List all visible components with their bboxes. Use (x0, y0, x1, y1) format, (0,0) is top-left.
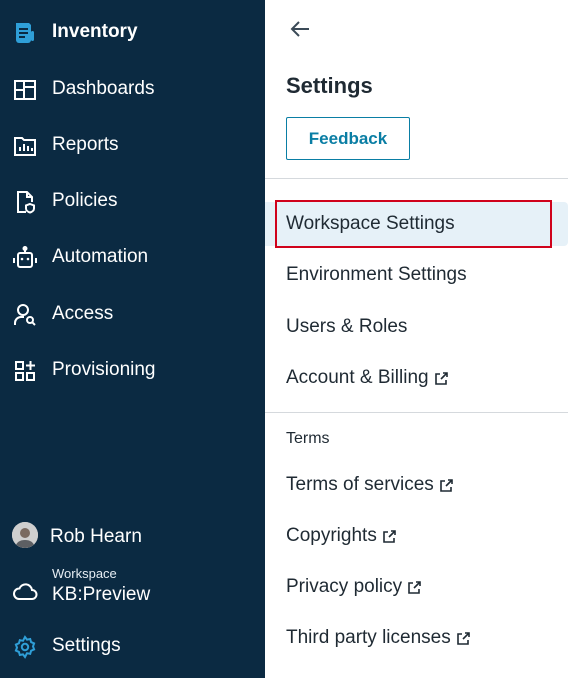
sidebar-nav: Inventory Dashboards Reports Policies Au… (0, 0, 265, 678)
sidebar-item-automation[interactable]: Automation (0, 237, 265, 277)
sidebar-item-label: Policies (52, 190, 118, 211)
section-label-terms: Terms (286, 430, 330, 447)
reports-chart-icon (12, 133, 38, 159)
user-name[interactable]: Rob Hearn (50, 526, 142, 548)
dashboard-grid-icon (12, 77, 38, 103)
sidebar-item-label: Settings (52, 635, 121, 656)
menu-item-terms-of-services[interactable]: Terms of services (265, 463, 568, 507)
sidebar-item-label: Automation (52, 246, 149, 267)
sidebar-item-label: Inventory (52, 21, 138, 42)
menu-item-label: Terms of services (286, 474, 434, 495)
page-title: Settings (286, 73, 373, 98)
sidebar-item-reports[interactable]: Reports (0, 125, 265, 165)
external-link-icon (456, 631, 471, 646)
sidebar-item-label: Reports (52, 134, 119, 155)
menu-item-workspace-settings[interactable]: Workspace Settings (265, 202, 568, 246)
back-button[interactable] (287, 16, 313, 42)
external-link-icon (382, 529, 397, 544)
sidebar-item-settings[interactable]: Settings (0, 626, 265, 666)
menu-item-account-billing[interactable]: Account & Billing (265, 356, 568, 400)
sidebar-item-provisioning[interactable]: Provisioning (0, 350, 265, 390)
menu-item-label: Third party licenses (286, 627, 451, 648)
sidebar-item-access[interactable]: Access (0, 294, 265, 334)
external-link-icon (434, 371, 449, 386)
menu-item-privacy-policy[interactable]: Privacy policy (265, 565, 568, 609)
cloud-icon (12, 578, 38, 604)
robot-icon (12, 245, 38, 271)
avatar[interactable] (12, 522, 38, 548)
menu-item-users-roles[interactable]: Users & Roles (265, 305, 568, 349)
menu-item-third-party-licenses[interactable]: Third party licenses (265, 616, 568, 660)
menu-item-label: Users & Roles (286, 316, 408, 337)
workspace-switcher[interactable] (0, 570, 50, 610)
external-link-icon (407, 580, 422, 595)
provisioning-grid-plus-icon (12, 358, 38, 384)
menu-item-label: Copyrights (286, 525, 377, 546)
menu-item-label: Account & Billing (286, 367, 429, 388)
divider (265, 412, 568, 413)
external-link-icon (439, 478, 454, 493)
arrow-left-icon (290, 21, 309, 37)
sidebar-item-label: Provisioning (52, 359, 156, 380)
user-search-icon (12, 302, 38, 328)
sidebar-item-label: Dashboards (52, 78, 155, 99)
menu-item-label: Environment Settings (286, 264, 467, 285)
gear-icon (12, 634, 38, 660)
divider (265, 178, 568, 179)
menu-item-label: Privacy policy (286, 576, 403, 597)
sidebar-item-inventory[interactable]: Inventory (0, 12, 265, 52)
menu-item-environment-settings[interactable]: Environment Settings (265, 253, 568, 297)
sidebar-item-dashboards[interactable]: Dashboards (0, 69, 265, 109)
workspace-name[interactable]: KB:Preview (52, 584, 150, 606)
feedback-button[interactable]: Feedback (286, 117, 410, 160)
menu-item-label: Workspace Settings (286, 213, 455, 234)
inventory-doc-icon (12, 20, 38, 46)
policy-doc-shield-icon (12, 189, 38, 215)
settings-panel: Settings Feedback Workspace Settings Env… (265, 0, 571, 678)
sidebar-item-label: Access (52, 303, 114, 324)
sidebar-item-policies[interactable]: Policies (0, 181, 265, 221)
menu-item-copyrights[interactable]: Copyrights (265, 514, 568, 558)
workspace-caption: Workspace (52, 566, 117, 581)
